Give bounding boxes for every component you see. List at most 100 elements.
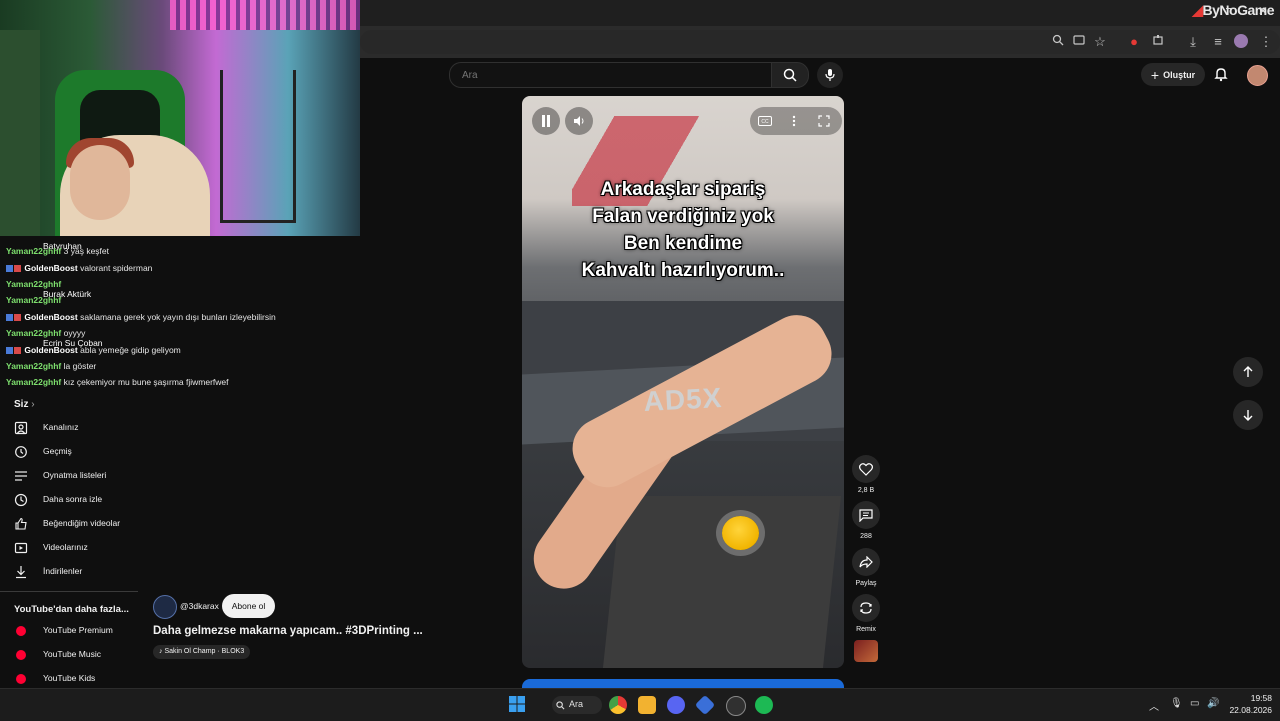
sidebar-item-playlists[interactable]: Oynatma listeleri — [0, 465, 138, 487]
sidebar-item-youtube-premium[interactable]: YouTube Premium — [0, 620, 138, 642]
remix-label: Remix — [856, 626, 876, 633]
extension-shield-icon[interactable]: ● — [1126, 34, 1142, 50]
taskbar-clock-date[interactable]: 22.08.2026 — [1222, 705, 1272, 715]
egg-image — [722, 516, 759, 550]
spotify-icon[interactable] — [755, 696, 773, 714]
pause-button[interactable] — [532, 107, 560, 135]
sidebar-item-youtube-kids[interactable]: YouTube Kids — [0, 668, 138, 690]
create-button[interactable]: + Oluştur — [1141, 63, 1205, 86]
share-action[interactable]: Paylaş — [852, 548, 880, 587]
taskbar-clock-time[interactable]: 19:58 — [1242, 693, 1272, 703]
profile-avatar-icon[interactable] — [1234, 34, 1248, 48]
close-icon[interactable]: ✕ — [1258, 4, 1268, 18]
download-icon[interactable]: ⤓ — [1185, 34, 1201, 50]
captions-icon[interactable]: CC — [758, 116, 772, 126]
chat-message: Yaman22ghhf — [6, 279, 62, 289]
like-button[interactable] — [852, 455, 880, 483]
cast-icon[interactable] — [1071, 34, 1087, 50]
volume-button[interactable] — [565, 107, 593, 135]
sidebar-item-youtube-music[interactable]: YouTube Music — [0, 644, 138, 666]
comment-action[interactable]: 288 — [852, 501, 880, 540]
windows-start-icon[interactable] — [509, 696, 527, 714]
more-options-icon[interactable] — [792, 115, 796, 127]
shorts-video-player[interactable]: AD5X Arkadaşlar sipariş Falan verdiğiniz… — [522, 96, 844, 668]
sidebar-item-your-videos[interactable]: Videolarınız — [0, 537, 138, 559]
display-tray-icon[interactable]: ▭ — [1190, 698, 1199, 709]
plus-icon: + — [1150, 66, 1160, 83]
chat-message: GoldenBoost abla yemeğe gidip geliyom — [6, 345, 181, 355]
arrow-up-icon — [1243, 366, 1253, 377]
you-section-title[interactable]: Siz › — [14, 399, 35, 410]
bookmark-star-icon[interactable]: ☆ — [1092, 34, 1108, 50]
download-icon — [16, 566, 26, 579]
video-title[interactable]: Daha gelmezse makarna yapıcam.. #3DPrint… — [153, 625, 423, 637]
share-label: Paylaş — [855, 580, 877, 587]
pause-icon — [542, 115, 550, 127]
share-button[interactable] — [852, 548, 880, 576]
zoom-icon[interactable] — [1050, 34, 1066, 50]
discord-icon[interactable] — [667, 696, 685, 714]
channel-avatar[interactable] — [153, 595, 177, 619]
search-icon — [556, 701, 565, 710]
taskbar-search-label: Ara — [569, 699, 584, 709]
chrome-icon[interactable] — [609, 696, 627, 714]
comment-icon — [859, 509, 873, 523]
sound-chip[interactable]: ♪ Sakin Ol Champ · BLOK3 — [153, 645, 251, 659]
share-icon — [859, 555, 873, 569]
svg-text:CC: CC — [761, 119, 769, 125]
like-action[interactable]: 2,8 B — [852, 455, 880, 494]
sidebar-item-history[interactable]: Geçmiş — [0, 441, 138, 463]
sidebar-item-watch-later[interactable]: Daha sonra izle — [0, 489, 138, 511]
fullscreen-icon[interactable] — [818, 115, 830, 127]
stream-chat-overlay: Batyruhan Burak Aktürk Ecrin Su Çoban Ya… — [0, 236, 360, 388]
remix-icon — [860, 602, 872, 614]
player-controls-group: CC — [750, 107, 842, 135]
obs-icon[interactable] — [726, 696, 746, 716]
address-bar[interactable] — [360, 30, 1280, 54]
chat-message: Yaman22ghhf kız çekemiyor mu bune şaşırm… — [6, 377, 229, 387]
chat-message: Yaman22ghhf 3 yaş keşfet — [6, 246, 110, 256]
playlist-icon — [15, 471, 27, 481]
like-count: 2,8 B — [857, 487, 875, 494]
search-button[interactable] — [771, 62, 809, 88]
remix-button[interactable] — [852, 594, 880, 622]
subscribe-button[interactable]: Abone ol — [222, 594, 275, 618]
history-icon — [15, 446, 27, 458]
chat-message: GoldenBoost saklamana gerek yok yayın dı… — [6, 312, 276, 322]
microphone-tray-icon[interactable]: 🎙 — [1170, 698, 1183, 709]
voice-search-button[interactable] — [817, 62, 843, 88]
sidebar-item-downloads[interactable]: İndirilenler — [0, 561, 138, 583]
file-explorer-icon[interactable] — [638, 696, 656, 714]
comment-button[interactable] — [852, 501, 880, 529]
video-caption-overlay: Arkadaşlar sipariş Falan verdiğiniz yok … — [581, 179, 785, 281]
heart-icon — [859, 463, 873, 476]
sidebar-divider — [0, 591, 138, 592]
chat-message: Yaman22ghhf la göster — [6, 361, 97, 371]
channel-name[interactable]: @3dkarax — [180, 601, 219, 611]
youtube-music-icon — [16, 650, 26, 660]
tray-chevron-icon[interactable]: ︿ — [1149, 698, 1159, 713]
sidebar-item-your-channel[interactable]: Kanalınız — [0, 417, 138, 439]
webcam-overlay — [0, 0, 360, 236]
remix-action[interactable]: Remix — [852, 594, 880, 633]
chat-message: Yaman22ghhf — [6, 295, 62, 305]
comment-count: 288 — [860, 533, 872, 540]
clock-icon — [14, 493, 28, 507]
arrow-down-icon — [1243, 410, 1253, 421]
notifications-bell-icon[interactable] — [1213, 66, 1229, 82]
sound-thumbnail[interactable] — [854, 640, 878, 662]
menu-dots-icon[interactable]: ⋮ — [1258, 34, 1274, 50]
account-avatar[interactable] — [1247, 65, 1268, 86]
chat-message: Yaman22ghhf oyyyy — [6, 328, 86, 338]
previous-short-button[interactable] — [1233, 357, 1263, 387]
tab-search-icon[interactable]: ≡ — [1210, 34, 1226, 50]
sidebar-item-liked-videos[interactable]: Beğendiğim videolar — [0, 513, 138, 535]
volume-icon — [574, 116, 584, 126]
volume-tray-icon[interactable]: 🔊 — [1207, 698, 1219, 709]
youtube-premium-icon — [16, 626, 26, 636]
thumbs-up-icon — [15, 517, 27, 530]
search-input[interactable] — [460, 64, 764, 86]
next-short-button[interactable] — [1233, 400, 1263, 430]
extensions-icon[interactable] — [1150, 34, 1166, 50]
minimize-icon[interactable] — [1226, 8, 1236, 9]
